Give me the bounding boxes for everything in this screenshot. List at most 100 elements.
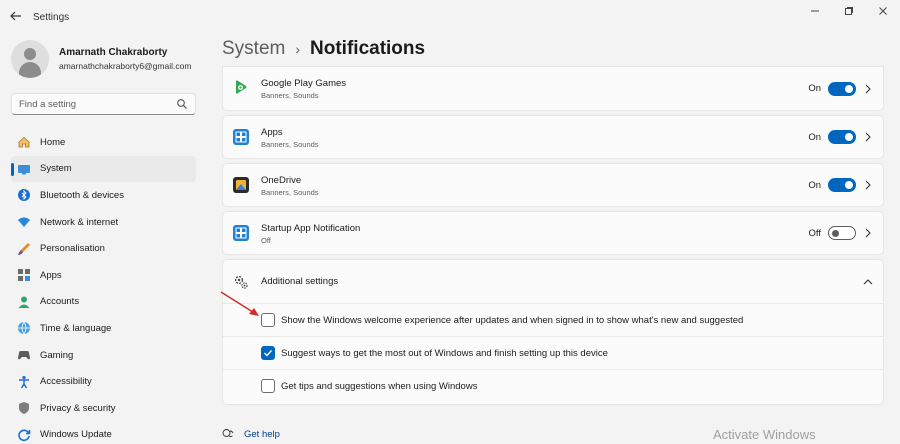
get-help-link[interactable]: Get help (222, 428, 280, 440)
sidebar-item-label: Apps (40, 269, 62, 281)
brush-icon (17, 242, 31, 256)
breadcrumb-parent[interactable]: System (222, 38, 285, 60)
toggle-state-label: Off (808, 228, 822, 239)
toggle-state-label: On (808, 132, 821, 143)
sidebar-item-personalisation[interactable]: Personalisation (11, 235, 196, 262)
sidebar-item-label: Time & language (40, 322, 112, 334)
sidebar-item-time-language[interactable]: Time & language (11, 315, 196, 342)
sidebar-item-home[interactable]: Home (11, 129, 196, 156)
suggest-setup-checkbox[interactable] (261, 346, 275, 360)
breadcrumb-separator: › (295, 41, 301, 57)
sidebar-item-apps[interactable]: Apps (11, 262, 196, 289)
shield-icon (17, 401, 31, 415)
app-notification-row[interactable]: Startup App Notification Off Off (222, 211, 884, 255)
app-notification-row[interactable]: Apps Banners, Sounds On (222, 115, 884, 159)
sidebar-item-label: Home (40, 136, 66, 148)
chevron-right-icon[interactable] (864, 132, 872, 142)
sidebar-nav: Home System Bluetooth & devices Network … (11, 129, 196, 444)
profile-name: Amarnath Chakraborty (59, 47, 168, 58)
notification-toggle[interactable] (828, 130, 856, 144)
apps-icon (17, 268, 31, 282)
checkbox-label: Show the Windows welcome experience afte… (281, 315, 744, 326)
sidebar-item-accounts[interactable]: Accounts (11, 289, 196, 316)
sidebar-item-accessibility[interactable]: Accessibility (11, 368, 196, 395)
notification-toggle[interactable] (828, 226, 856, 240)
app-notification-row[interactable]: OneDrive Banners, Sounds On (222, 163, 884, 207)
maximize-icon[interactable] (832, 0, 866, 22)
google-play-games-icon (236, 80, 247, 94)
wifi-icon (17, 215, 31, 229)
sidebar-item-label: Gaming (40, 349, 74, 361)
chevron-right-icon[interactable] (864, 228, 872, 238)
accessibility-icon (17, 375, 31, 389)
checkbox-row[interactable]: Get tips and suggestions when using Wind… (223, 370, 883, 403)
sidebar-item-label: Privacy & security (40, 402, 116, 414)
sidebar-item-label: System (40, 163, 72, 175)
onedrive-icon (233, 177, 249, 193)
search-box (11, 93, 196, 115)
toggle-state-label: On (808, 83, 821, 94)
app-name: Google Play Games (261, 78, 347, 89)
user-profile[interactable]: Amarnath Chakraborty amarnathchakraborty… (11, 40, 191, 78)
sidebar-item-label: Bluetooth & devices (40, 189, 124, 201)
sidebar-item-gaming[interactable]: Gaming (11, 342, 196, 369)
update-icon (17, 428, 31, 442)
profile-email: amarnathchakraborty6@gmail.com (59, 61, 192, 71)
get-help-label: Get help (244, 428, 280, 440)
minimize-icon[interactable] (798, 0, 832, 22)
accounts-icon (17, 295, 31, 309)
sidebar-item-label: Accounts (40, 296, 80, 308)
bluetooth-icon (17, 188, 31, 202)
sidebar-item-label: Personalisation (40, 243, 105, 255)
system-icon (17, 162, 31, 176)
sidebar-item-windows-update[interactable]: Windows Update (11, 422, 196, 444)
back-arrow-icon[interactable] (8, 8, 24, 24)
gear-icon (234, 275, 248, 289)
sidebar-item-bluetooth[interactable]: Bluetooth & devices (11, 182, 196, 209)
activate-windows-watermark: Activate Windows (713, 427, 816, 442)
breadcrumb: System › Notifications (222, 38, 425, 60)
app-subtitle: Banners, Sounds (261, 188, 319, 197)
toggle-state-label: On (808, 180, 821, 191)
help-icon (222, 429, 234, 437)
chevron-right-icon[interactable] (864, 84, 872, 94)
window-title: Settings (33, 12, 70, 23)
sidebar-item-privacy[interactable]: Privacy & security (11, 395, 196, 422)
checkbox-row[interactable]: Suggest ways to get the most out of Wind… (223, 337, 883, 370)
apps-app-icon (233, 129, 249, 145)
sidebar-item-network[interactable]: Network & internet (11, 209, 196, 236)
app-notification-row[interactable]: Google Play Games Banners, Sounds On (222, 66, 884, 111)
notification-toggle[interactable] (828, 82, 856, 96)
search-input[interactable] (12, 94, 162, 114)
globe-icon (17, 321, 31, 336)
sidebar-item-system[interactable]: System (11, 155, 196, 183)
red-arrow-annotation (220, 291, 259, 316)
app-name: Startup App Notification (261, 223, 361, 234)
app-subtitle: Off (261, 236, 271, 245)
additional-settings-title: Additional settings (261, 276, 339, 287)
sidebar-item-label: Accessibility (40, 376, 92, 388)
sidebar-item-label: Windows Update (40, 429, 112, 441)
checkbox-label: Get tips and suggestions when using Wind… (281, 381, 478, 392)
checkbox-row[interactable]: Show the Windows welcome experience afte… (223, 304, 883, 337)
notification-toggle[interactable] (828, 178, 856, 192)
chevron-right-icon[interactable] (864, 180, 872, 190)
app-name: Apps (261, 127, 283, 138)
app-subtitle: Banners, Sounds (261, 91, 319, 100)
app-subtitle: Banners, Sounds (261, 140, 319, 149)
page-title: Notifications (310, 38, 426, 59)
home-icon (17, 135, 31, 149)
avatar (11, 40, 49, 78)
title-bar: Settings (0, 0, 900, 32)
search-icon[interactable] (176, 98, 188, 110)
chevron-up-icon[interactable] (863, 278, 873, 286)
checkmark-icon (264, 350, 273, 357)
gamepad-icon (17, 348, 31, 362)
tips-checkbox[interactable] (261, 379, 275, 393)
app-name: OneDrive (261, 175, 302, 186)
checkbox-label: Suggest ways to get the most out of Wind… (281, 348, 608, 359)
close-icon[interactable] (866, 0, 900, 22)
additional-settings-header[interactable]: Additional settings (223, 260, 883, 304)
sidebar-item-label: Network & internet (40, 216, 119, 228)
startup-app-icon (233, 225, 249, 241)
